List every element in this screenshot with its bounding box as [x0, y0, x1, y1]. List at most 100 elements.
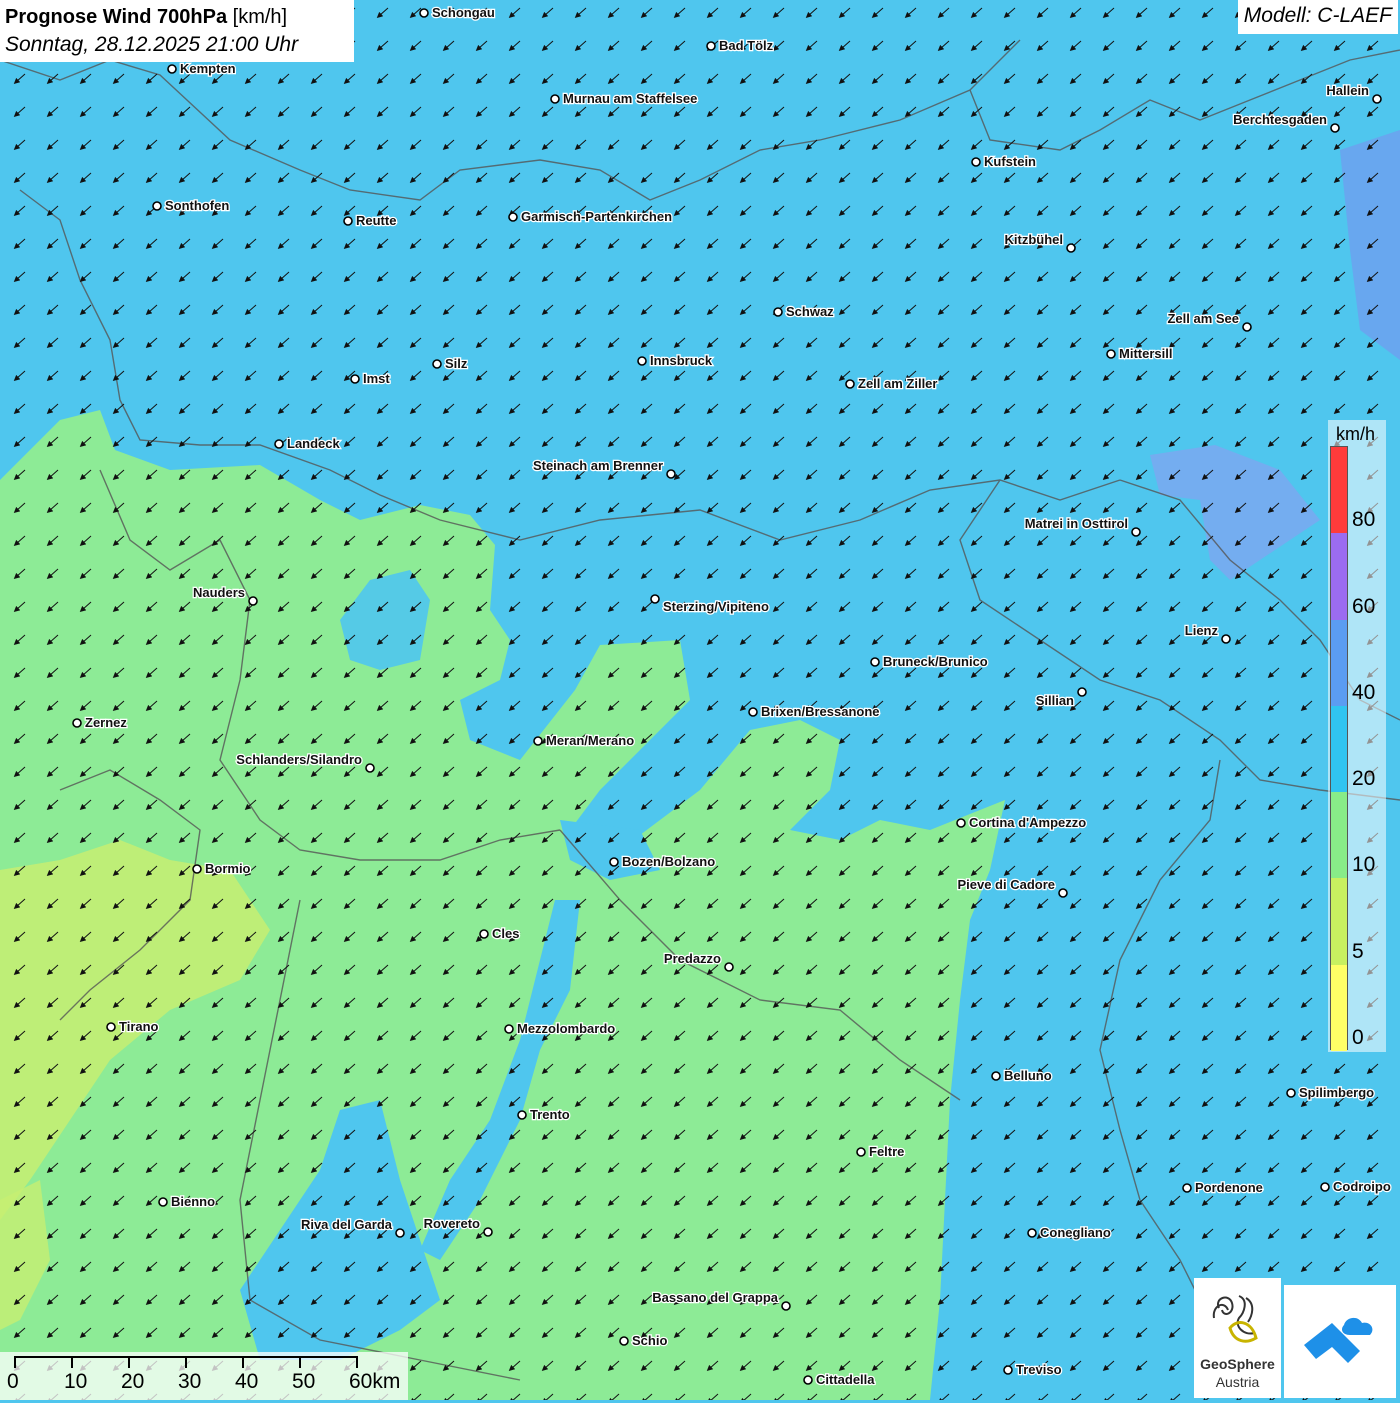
scale-label: 50: [292, 1370, 316, 1393]
city-marker-icon: [856, 1147, 866, 1157]
city-label: Berchtesgaden: [1233, 112, 1327, 127]
scale-tick: [356, 1356, 358, 1368]
city-label: Bormio: [205, 861, 251, 876]
city-label: Reutte: [356, 213, 396, 228]
city-label: Sillian: [1036, 693, 1074, 708]
city-marker-icon: [1372, 94, 1382, 104]
city-marker-icon: [152, 201, 162, 211]
wind-app-icon: [1304, 1317, 1373, 1363]
city-label: Steinach am Brenner: [533, 458, 663, 473]
city-marker-icon: [1027, 1228, 1037, 1238]
city-label: Brixen/Bressanone: [761, 704, 880, 719]
city-marker-icon: [350, 374, 360, 384]
city-marker-icon: [991, 1071, 1001, 1081]
legend-swatch: [1331, 964, 1347, 1051]
legend-color-bar: [1330, 446, 1348, 1051]
city-label: Bozen/Bolzano: [622, 854, 715, 869]
city-marker-icon: [637, 356, 647, 366]
city-marker-icon: [343, 216, 353, 226]
city-marker-icon: [395, 1228, 405, 1238]
city-marker-icon: [550, 94, 560, 104]
legend-tick-label: 60: [1352, 594, 1376, 618]
scale-label: 0: [7, 1370, 19, 1393]
city-label: Murnau am Staffelsee: [563, 91, 697, 106]
city-marker-icon: [533, 736, 543, 746]
city-label: Schwaz: [786, 304, 834, 319]
city-marker-icon: [504, 1024, 514, 1034]
city-label: Riva del Garda: [301, 1217, 393, 1232]
city-label: Innsbruck: [650, 353, 713, 368]
title-bold: Prognose Wind 700hPa: [5, 6, 228, 28]
city-label: Rovereto: [424, 1216, 480, 1231]
city-label: Meran/Merano: [546, 733, 634, 748]
city-marker-icon: [419, 8, 429, 18]
scale-tick: [71, 1356, 73, 1368]
city-label: Schlanders/Silandro: [236, 752, 362, 767]
legend-tick-label: 20: [1352, 767, 1376, 791]
city-marker-icon: [609, 857, 619, 867]
city-label: Cortina d'Ampezzo: [969, 815, 1086, 830]
scale-tick: [242, 1356, 244, 1368]
city-label: Zell am See: [1167, 311, 1239, 326]
city-label: Imst: [363, 371, 390, 386]
city-marker-icon: [1106, 349, 1116, 359]
scale-label: 40: [235, 1370, 259, 1393]
city-label: Bruneck/Brunico: [883, 654, 988, 669]
city-marker-icon: [1242, 322, 1252, 332]
legend-tick-label: 10: [1352, 853, 1376, 877]
city-label: Kufstein: [984, 154, 1036, 169]
city-marker-icon: [1221, 634, 1231, 644]
city-marker-icon: [1077, 687, 1087, 697]
city-label: Schio: [632, 1333, 667, 1348]
city-label: Cittadella: [816, 1372, 875, 1387]
city-label: Landeck: [287, 436, 341, 451]
city-label: Bad Tölz: [719, 38, 774, 53]
city-label: Lienz: [1185, 623, 1219, 638]
city-marker-icon: [706, 41, 716, 51]
city-marker-icon: [479, 929, 489, 939]
scale-tick: [185, 1356, 187, 1368]
legend-tick-label: 0: [1352, 1026, 1364, 1049]
weather-app-logo[interactable]: [1284, 1285, 1396, 1398]
city-marker-icon: [192, 864, 202, 874]
scale-tick: [128, 1356, 130, 1368]
city-marker-icon: [781, 1301, 791, 1311]
legend-swatch: [1331, 533, 1347, 620]
city-label: Codroipo: [1333, 1179, 1391, 1194]
city-label: Pieve di Cadore: [957, 877, 1055, 892]
city-label: Bienno: [171, 1194, 215, 1209]
forecast-datetime: Sonntag, 28.12.2025 21:00 Uhr: [5, 33, 299, 56]
city-marker-icon: [158, 1197, 168, 1207]
city-marker-icon: [724, 962, 734, 972]
city-marker-icon: [1286, 1088, 1296, 1098]
city-label: Pordenone: [1195, 1180, 1263, 1195]
city-marker-icon: [167, 64, 177, 74]
city-marker-icon: [508, 212, 518, 222]
city-marker-icon: [1066, 243, 1076, 253]
city-label: Mittersill: [1119, 346, 1172, 361]
geosphere-country: Austria: [1215, 1374, 1260, 1390]
city-marker-icon: [666, 469, 676, 479]
city-label: Bassano del Grappa: [652, 1290, 778, 1305]
title-unit: [km/h]: [232, 6, 288, 28]
city-label: Spilimbergo: [1299, 1085, 1374, 1100]
city-marker-icon: [619, 1336, 629, 1346]
city-label: Cles: [492, 926, 519, 941]
city-marker-icon: [1131, 527, 1141, 537]
city-label: Kempten: [180, 61, 236, 76]
city-marker-icon: [650, 594, 660, 604]
city-label: Zernez: [85, 715, 127, 730]
city-label: Trento: [530, 1107, 570, 1122]
city-label: Silz: [445, 356, 468, 371]
city-marker-icon: [517, 1110, 527, 1120]
city-label: Zell am Ziller: [858, 376, 937, 391]
city-label: Sonthofen: [165, 198, 229, 213]
city-label: Garmisch-Partenkirchen: [521, 209, 672, 224]
city-marker-icon: [1003, 1365, 1013, 1375]
city-marker-icon: [248, 596, 258, 606]
city-label: Sterzing/Vipiteno: [663, 599, 769, 614]
city-marker-icon: [1330, 123, 1340, 133]
city-marker-icon: [1320, 1182, 1330, 1192]
city-marker-icon: [432, 359, 442, 369]
city-marker-icon: [274, 439, 284, 449]
